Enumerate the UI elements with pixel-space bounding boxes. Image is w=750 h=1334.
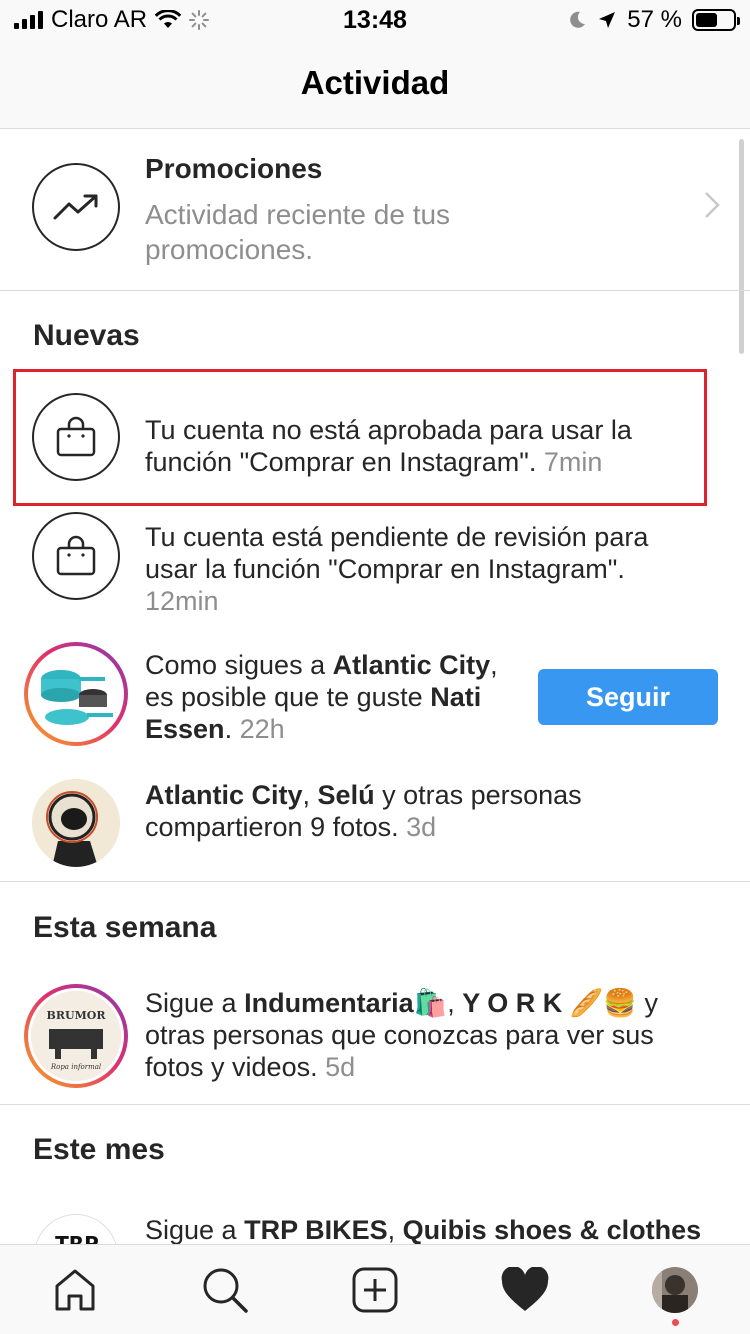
text-separator: ,	[447, 988, 463, 1018]
notification-follow-suggestions[interactable]: BRUMOR Ropa informal Sigue a Indumentari…	[0, 979, 750, 1099]
section-title-this-month: Este mes	[33, 1133, 165, 1166]
status-bar: Claro AR 13:48 57 %	[0, 0, 750, 42]
add-post-icon[interactable]	[348, 1263, 402, 1317]
notification-time: 22h	[239, 714, 285, 744]
avatar[interactable]	[32, 779, 120, 867]
cookware-avatar-image	[31, 649, 121, 739]
notification-text: Tu cuenta no está aprobada para usar la …	[145, 414, 685, 478]
notification-time: 12min	[145, 586, 219, 616]
notification-text: Sigue a TRP BIKES, Quibis shoes & clothe…	[145, 1214, 725, 1244]
chevron-right-icon	[705, 192, 720, 218]
account-name[interactable]: Y O R K 🥖🍔	[462, 988, 637, 1018]
account-name[interactable]: Atlantic City	[333, 650, 491, 680]
text-suffix: .	[224, 714, 233, 744]
account-name[interactable]: Atlantic City	[145, 780, 303, 810]
account-name[interactable]: Selú	[318, 780, 375, 810]
text-prefix: Sigue a	[145, 1215, 245, 1244]
promotions-title: Promociones	[145, 153, 323, 184]
section-title-new: Nuevas	[33, 319, 140, 352]
notification-shop-pending[interactable]: Tu cuenta está pendiente de revisión par…	[0, 506, 750, 626]
moon-icon	[570, 11, 586, 28]
notification-month-suggestions[interactable]: TRP Sigue a TRP BIKES, Quibis shoes & cl…	[0, 1204, 750, 1244]
battery-icon	[692, 9, 740, 31]
svg-text:TRP: TRP	[55, 1232, 99, 1244]
tab-bar	[0, 1244, 750, 1334]
profile-avatar[interactable]	[648, 1263, 702, 1317]
promotions-row[interactable]: Promociones Actividad reciente de tus pr…	[0, 129, 750, 291]
text-prefix: Sigue a	[145, 988, 245, 1018]
notification-message: Tu cuenta está pendiente de revisión par…	[145, 522, 649, 584]
trp-avatar-image: TRP	[35, 1215, 117, 1244]
notification-time: 5d	[325, 1052, 356, 1082]
text-separator: ,	[387, 1215, 403, 1244]
brumor-avatar-image: BRUMOR Ropa informal	[31, 991, 121, 1081]
account-name[interactable]: Indumentaria🛍️	[244, 988, 447, 1018]
shopping-bag-icon	[32, 393, 120, 481]
home-icon[interactable]	[48, 1263, 102, 1317]
activity-heart-icon[interactable]	[498, 1263, 552, 1317]
avatar	[652, 1267, 698, 1313]
svg-text:Ropa informal: Ropa informal	[50, 1063, 101, 1071]
notification-time: 3d	[406, 812, 437, 842]
search-icon[interactable]	[198, 1263, 252, 1317]
notification-text: Atlantic City, Selú y otras personas com…	[145, 779, 705, 843]
account-name[interactable]: TRP BIKES	[244, 1215, 388, 1244]
shopping-bag-icon	[32, 512, 120, 600]
location-arrow-icon	[599, 12, 616, 28]
notification-shared-photos[interactable]: Atlantic City, Selú y otras personas com…	[0, 769, 750, 879]
notification-text: Sigue a Indumentaria🛍️, Y O R K 🥖🍔 y otr…	[145, 987, 705, 1083]
battery-percent: 57 %	[627, 6, 682, 33]
avatar[interactable]	[24, 642, 128, 746]
notification-dot	[672, 1319, 679, 1326]
text-prefix: Como sigues a	[145, 650, 333, 680]
follow-button[interactable]: Seguir	[538, 669, 718, 725]
notification-time: 7min	[543, 447, 603, 477]
promotions-subtitle: Actividad reciente de tus promociones.	[145, 199, 451, 265]
avatar-brand-text: BRUMOR	[47, 1009, 107, 1022]
trending-up-icon	[32, 163, 120, 251]
notification-text: Tu cuenta está pendiente de revisión par…	[145, 521, 705, 617]
activity-feed[interactable]: Promociones Actividad reciente de tus pr…	[0, 129, 750, 1244]
section-divider	[0, 1104, 750, 1105]
text-separator: ,	[302, 780, 318, 810]
astronaut-avatar-image	[32, 779, 120, 867]
account-name[interactable]: Quibis shoes & clothes	[403, 1215, 702, 1244]
status-right: 57 %	[567, 6, 740, 34]
notification-shop-not-approved[interactable]: Tu cuenta no está aprobada para usar la …	[0, 369, 750, 506]
section-divider	[0, 881, 750, 882]
nav-header: Actividad	[0, 42, 750, 129]
avatar[interactable]: BRUMOR Ropa informal	[24, 984, 128, 1088]
page-title: Actividad	[300, 64, 450, 101]
notification-text: Como sigues a Atlantic City, es posible …	[145, 649, 525, 745]
avatar[interactable]: TRP	[34, 1214, 118, 1244]
section-title-this-week: Esta semana	[33, 911, 217, 944]
